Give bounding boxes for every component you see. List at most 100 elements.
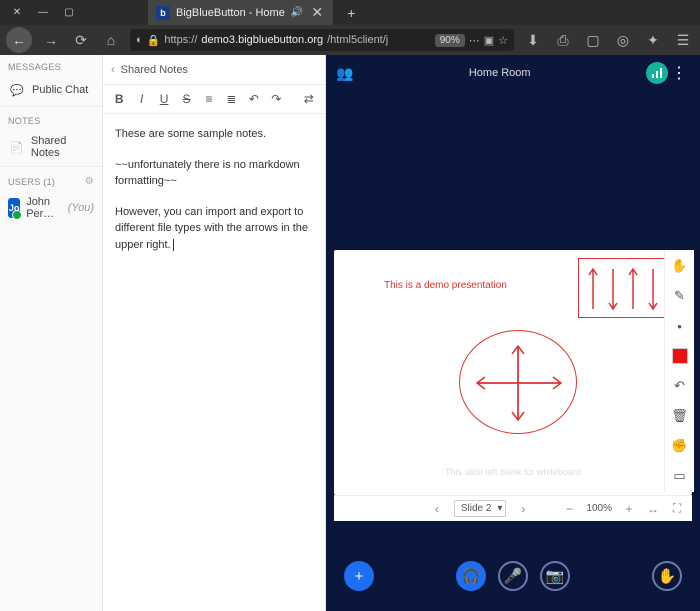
zoom-in-button[interactable]: +: [622, 502, 636, 516]
extension-icon[interactable]: ✦: [642, 29, 664, 51]
slide-select[interactable]: Slide 2 ▾: [454, 500, 507, 517]
action-bar: + 🎧 🎤 📷 ✋: [326, 561, 700, 591]
slide-content: This is a demo presentation This slide l…: [334, 250, 692, 495]
whiteboard-tools: ✋ ✎ • ↶ 🗑 ✊ ▭: [664, 250, 694, 492]
audio-button[interactable]: 🎧: [456, 561, 486, 591]
demo-presentation-text: This is a demo presentation: [384, 280, 507, 291]
pencil-tool-icon[interactable]: ✎: [670, 286, 690, 306]
next-slide-button[interactable]: ›: [516, 502, 530, 516]
users-gear-icon[interactable]: ⚙: [85, 176, 94, 187]
users-title: USERS (1): [8, 177, 55, 187]
notes-back-icon[interactable]: ‹: [111, 64, 115, 76]
zoom-out-button[interactable]: −: [562, 502, 576, 516]
chat-icon: 💬: [8, 81, 26, 99]
fullscreen-button[interactable]: ⛶: [670, 501, 684, 516]
menu-icon[interactable]: ☰: [672, 29, 694, 51]
nav-home-button[interactable]: ⌂: [100, 29, 122, 51]
tab-favicon: b: [156, 6, 170, 20]
import-export-button[interactable]: ⇄: [303, 92, 315, 106]
thickness-dot-icon[interactable]: •: [670, 316, 690, 336]
ordered-list-button[interactable]: ≡: [203, 92, 215, 106]
app-body: MESSAGES 💬 Public Chat NOTES 📄 Shared No…: [0, 55, 700, 611]
window-titlebar: ✕ ― ▢ b BigBlueButton - Home 🔊 ✕ +: [0, 0, 700, 25]
window-maximize-icon[interactable]: ▢: [60, 6, 78, 20]
nav-forward-button[interactable]: →: [40, 29, 62, 51]
underline-button[interactable]: U: [158, 92, 170, 106]
webcam-button[interactable]: 📷: [540, 561, 570, 591]
italic-button[interactable]: I: [135, 92, 147, 106]
sidebar-section-messages: MESSAGES: [0, 55, 102, 76]
drawn-rectangle: [578, 258, 666, 318]
fit-width-button[interactable]: ↔: [646, 502, 660, 516]
window-close-icon[interactable]: ✕: [8, 6, 26, 20]
sidebar-item-user[interactable]: Jo John Per… (You): [0, 191, 102, 225]
user-name: John Per…: [26, 196, 60, 220]
browser-navbar: ← → ⟳ ⌂ ◐ 🔒 https:// demo3.bigbluebutton.…: [0, 25, 700, 55]
url-prefix: https://: [164, 34, 197, 46]
account-icon[interactable]: ◎: [612, 29, 634, 51]
sidebar-item-shared-notes[interactable]: 📄 Shared Notes: [0, 130, 102, 164]
text-cursor: [173, 239, 174, 251]
shared-notes-label: Shared Notes: [31, 135, 94, 159]
notes-header: ‹ Shared Notes: [103, 55, 325, 85]
notes-p2: ~~unfortunately there is no markdown for…: [115, 157, 313, 190]
zoom-level: 100%: [586, 503, 612, 514]
library-icon[interactable]: ⎙: [552, 29, 574, 51]
notes-p1: These are some sample notes.: [115, 126, 313, 143]
page-actions-icon[interactable]: ⋯: [469, 34, 480, 47]
whiteboard[interactable]: This is a demo presentation This slide l…: [334, 250, 692, 495]
notes-editor[interactable]: These are some sample notes. ~~unfortuna…: [103, 114, 325, 279]
prev-slide-button[interactable]: ‹: [430, 502, 444, 516]
new-tab-button[interactable]: +: [343, 5, 359, 21]
sidebar-icon[interactable]: ▢: [582, 29, 604, 51]
notes-p3: However, you can import and export to di…: [115, 204, 313, 254]
url-bar[interactable]: ◐ 🔒 https:// demo3.bigbluebutton.org/html…: [130, 29, 514, 51]
color-swatch[interactable]: [670, 346, 690, 366]
users-icon[interactable]: 👥: [336, 65, 353, 82]
tab-title: BigBlueButton - Home: [176, 7, 285, 19]
notes-toolbar: B I U S ≡ ≣ ↶ ↷ ⇄: [103, 85, 325, 114]
public-chat-label: Public Chat: [32, 84, 88, 96]
browser-tab[interactable]: b BigBlueButton - Home 🔊 ✕: [148, 0, 333, 25]
box-arrows-icon: [583, 263, 663, 315]
hand-tool-icon[interactable]: ✋: [670, 256, 690, 276]
raise-hand-button[interactable]: ✋: [652, 561, 682, 591]
palm-rejection-icon[interactable]: ✊: [670, 436, 690, 456]
unordered-list-button[interactable]: ≣: [225, 92, 237, 106]
room-title: Home Room: [353, 67, 646, 79]
reader-icon[interactable]: ▣: [484, 34, 494, 47]
nav-back-button[interactable]: ←: [6, 27, 32, 53]
stage-header: 👥 Home Room ⋮: [326, 55, 700, 91]
actions-plus-button[interactable]: +: [344, 561, 374, 591]
undo-annotation-icon[interactable]: ↶: [670, 376, 690, 396]
clear-annotations-icon[interactable]: 🗑: [670, 406, 690, 426]
downloads-icon[interactable]: ⬇: [522, 29, 544, 51]
nav-reload-button[interactable]: ⟳: [70, 29, 92, 51]
cross-arrows-icon: [467, 338, 569, 428]
notes-icon: 📄: [8, 138, 25, 156]
bold-button[interactable]: B: [113, 92, 125, 106]
notes-header-title: Shared Notes: [121, 64, 188, 76]
blank-slide-text: This slide left blank for whiteboard: [334, 467, 692, 477]
sidebar-item-public-chat[interactable]: 💬 Public Chat: [0, 76, 102, 104]
shield-icon[interactable]: ◐: [136, 34, 143, 46]
user-you-label: (You): [68, 202, 94, 214]
media-controls: 🎧 🎤 📷: [456, 561, 570, 591]
url-host: demo3.bigbluebutton.org: [201, 34, 323, 46]
mute-button[interactable]: 🎤: [498, 561, 528, 591]
connectivity-indicator[interactable]: [646, 62, 668, 84]
tab-audio-icon[interactable]: 🔊: [291, 7, 303, 18]
sidebar-section-notes: NOTES: [0, 109, 102, 130]
url-path: /html5client/j: [327, 34, 388, 46]
bookmark-star-icon[interactable]: ☆: [498, 34, 508, 47]
multiuser-whiteboard-icon[interactable]: ▭: [670, 466, 690, 486]
strike-button[interactable]: S: [180, 92, 192, 106]
tab-close-icon[interactable]: ✕: [309, 4, 325, 21]
options-menu-icon[interactable]: ⋮: [668, 63, 690, 83]
sidebar-section-users: USERS (1) ⚙: [0, 169, 102, 191]
lock-icon[interactable]: 🔒: [147, 34, 161, 47]
zoom-badge[interactable]: 90%: [435, 34, 465, 47]
undo-button[interactable]: ↶: [248, 92, 260, 106]
redo-button[interactable]: ↷: [270, 92, 282, 106]
window-minimize-icon[interactable]: ―: [34, 6, 52, 20]
